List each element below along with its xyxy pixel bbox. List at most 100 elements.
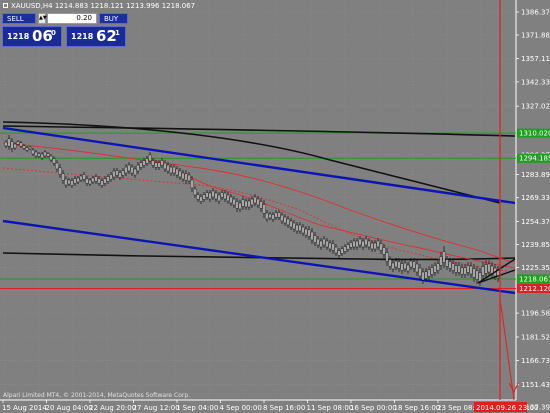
candle-body	[220, 192, 224, 198]
price-tick-label: 1386.370	[521, 9, 550, 17]
candle-body	[334, 246, 338, 254]
buy-button[interactable]: BUY	[99, 13, 128, 24]
candle-body	[4, 141, 8, 147]
sell-button[interactable]: SELL	[2, 13, 36, 24]
candle-body	[94, 176, 98, 182]
chart-title: XAUUSD,H4 1214.883 1218.121 1213.996 121…	[11, 2, 196, 10]
chart-menu-icon[interactable]	[3, 3, 8, 8]
candle-body	[28, 146, 32, 150]
candle-body	[97, 178, 101, 184]
candle-body	[256, 198, 260, 206]
candle-body	[448, 261, 452, 269]
candle-body	[418, 267, 422, 277]
candle-body	[442, 251, 446, 263]
candle-body	[139, 162, 143, 168]
candle-body	[46, 153, 50, 157]
candle-body	[310, 231, 314, 241]
price-tick-label: 1166.730	[521, 357, 550, 365]
candle-body	[133, 168, 137, 176]
candle-body	[382, 247, 386, 255]
candle-body	[439, 256, 443, 266]
candle-body	[433, 265, 437, 273]
candle-body	[349, 242, 353, 248]
candle-body	[250, 198, 254, 206]
time-tick-label: 1 Sep 04:00	[176, 404, 218, 412]
sell-quote-button[interactable]: 1218 06 0	[2, 26, 62, 47]
sell-quote-big: 06	[32, 27, 53, 45]
price-tick-label: 1357.110	[521, 55, 550, 63]
candle-body	[175, 168, 179, 176]
candle-body	[136, 164, 140, 172]
buy-quote-prefix: 1218	[71, 32, 94, 41]
time-tick-label: 8 Sep 16:00	[263, 404, 305, 412]
lot-spinner-icon[interactable]: ▲▼	[38, 13, 47, 24]
candle-body	[262, 204, 266, 214]
candle-body	[211, 190, 215, 198]
candle-body	[403, 262, 407, 270]
candle-body	[22, 145, 26, 149]
candle-body	[112, 170, 116, 178]
candle-body	[154, 162, 158, 168]
candle-body	[238, 202, 242, 210]
candle-body	[64, 178, 68, 186]
price-level-label: 1310.020	[519, 130, 550, 138]
candle-body	[370, 242, 374, 250]
candle-body	[208, 192, 212, 200]
candle-body	[115, 170, 119, 176]
current-time-label: 2014.09.26 23:00	[476, 404, 538, 412]
candle-body	[232, 198, 236, 206]
trend-channel-lower[interactable]	[2, 219, 516, 295]
one-click-trading-panel: SELL ▲▼ 0.20 BUY 1218 06 0 1218 62 1	[2, 12, 128, 47]
candle-body	[379, 243, 383, 251]
candle-body	[100, 180, 104, 186]
candle-body	[487, 263, 491, 273]
price-chart[interactable]: 1386.370 1371.880 1357.110 1342.330 1327.020…	[0, 0, 550, 413]
time-tick-label: 16 Sep 00:00	[350, 404, 397, 412]
time-tick-label: 18 Sep 16:00	[394, 404, 441, 412]
price-tick-label: 1327.020	[521, 103, 550, 111]
candle-body	[7, 138, 11, 147]
candle-body	[295, 224, 299, 232]
candle-body	[283, 216, 287, 224]
candle-body	[199, 196, 203, 202]
candle-body	[472, 268, 476, 278]
candle-body	[376, 240, 380, 248]
candle-body	[394, 260, 398, 268]
candle-body	[76, 177, 80, 183]
candle-body	[397, 261, 401, 269]
candle-body	[373, 242, 377, 250]
sell-quote-prefix: 1218	[7, 32, 30, 41]
candle-body	[445, 259, 449, 267]
candle-body	[328, 242, 332, 250]
candle-body	[304, 228, 308, 236]
price-tick-label: 1342.330	[521, 78, 550, 86]
candle-body	[364, 238, 368, 246]
candle-body	[415, 263, 419, 273]
candle-body	[436, 263, 440, 271]
buy-quote-button[interactable]: 1218 62 1	[66, 26, 126, 47]
candle-body	[277, 212, 281, 218]
price-tick-label: 1269.330	[521, 194, 550, 202]
candle-body	[196, 194, 200, 200]
candle-body	[259, 201, 263, 209]
candle-body	[127, 164, 131, 172]
candle-body	[145, 158, 149, 164]
price-tick-label: 1151.430	[521, 381, 550, 389]
candle-body	[427, 269, 431, 277]
candle-body	[301, 226, 305, 234]
candle-body	[172, 166, 176, 174]
candle-body	[124, 166, 128, 174]
lots-input[interactable]: 0.20	[47, 13, 97, 24]
candle-body	[82, 174, 86, 180]
candle-body	[460, 267, 464, 275]
trend-channel-upper[interactable]	[2, 126, 516, 205]
candle-body	[37, 153, 41, 157]
candle-body	[352, 240, 356, 248]
time-tick-label: 15 Aug 2014	[2, 404, 47, 412]
chart-window[interactable]: 1386.370 1371.880 1357.110 1342.330 1327.020…	[0, 0, 550, 413]
candle-body	[157, 162, 161, 168]
candle-body	[469, 265, 473, 275]
candle-body	[10, 141, 14, 149]
candle-body	[91, 177, 95, 183]
candle-body	[223, 192, 227, 200]
